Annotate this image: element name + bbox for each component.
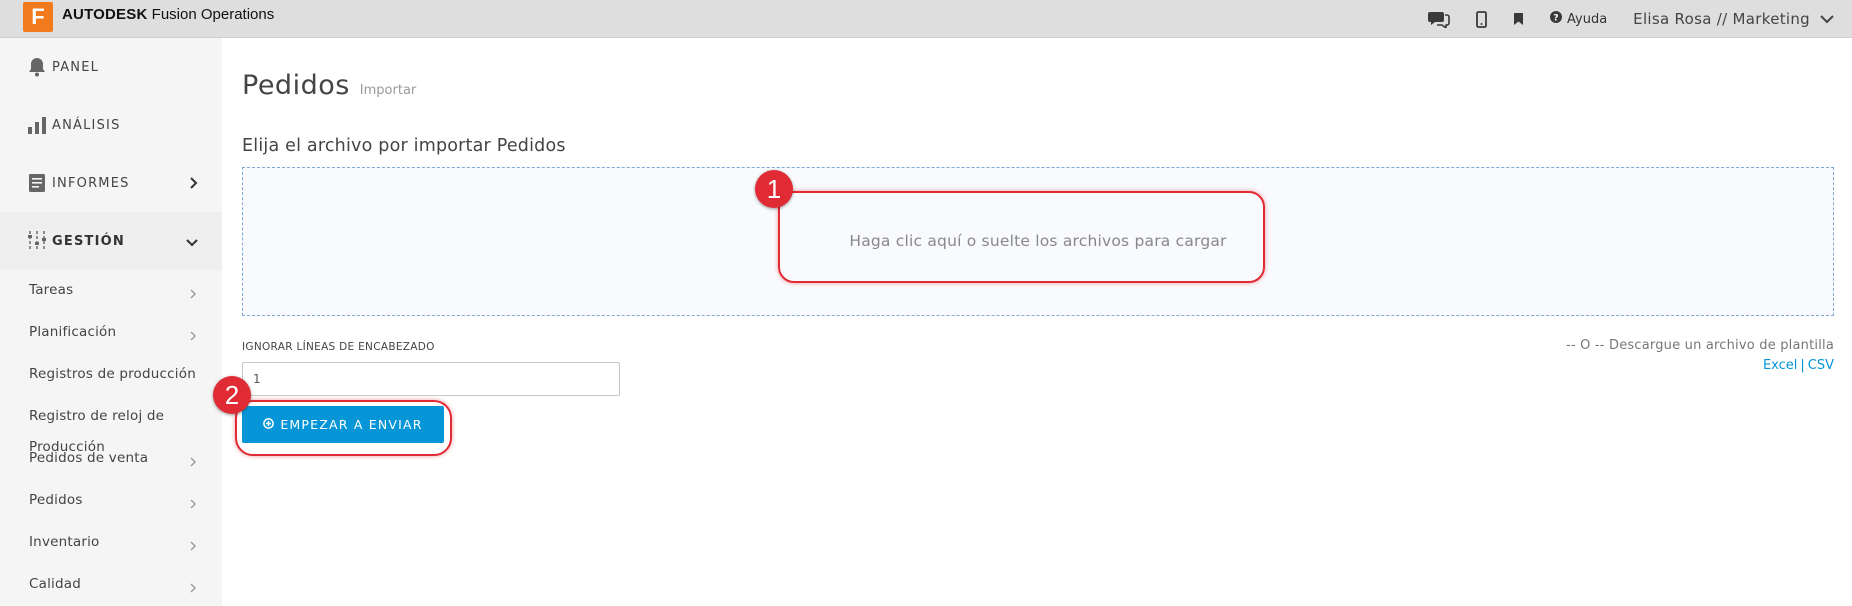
sidebar-subitem-tareas[interactable]: Tareas (0, 270, 222, 312)
sidebar-subitem-pedidos-venta[interactable]: Producción Pedidos de venta (0, 438, 222, 480)
sidebar-subitem-label: Calidad (29, 576, 82, 592)
svg-text:?: ? (1553, 14, 1558, 24)
sidebar-item-label: INFORMES (52, 175, 130, 191)
sidebar: PANEL ANÁLISIS INFORMES GESTIÓN Tareas P… (0, 38, 222, 606)
help-icon: ? (1550, 11, 1562, 27)
user-menu[interactable]: Elisa Rosa // Marketing (1633, 10, 1834, 28)
sidebar-item-panel[interactable]: PANEL (0, 38, 222, 96)
template-note: -- O -- Descargue un archivo de plantill… (1566, 338, 1834, 353)
chevron-right-icon (190, 326, 196, 345)
section-title: Elija el archivo por importar Pedidos (242, 136, 566, 156)
sidebar-subitem-registros-produccion[interactable]: Registros de producción (0, 354, 222, 396)
bar-chart-icon (26, 114, 48, 136)
chat-icon[interactable] (1428, 10, 1450, 28)
template-links: Excel | CSV (1763, 358, 1834, 373)
brand-bold: AUTODESK (62, 6, 148, 23)
user-label: Elisa Rosa // Marketing (1633, 10, 1810, 28)
sidebar-subitem-label: Inventario (29, 534, 100, 550)
brand-product: Fusion Operations (151, 6, 275, 23)
annotation-box-1 (778, 191, 1265, 283)
header-lines-input[interactable] (242, 362, 620, 396)
sidebar-subitem-planificacion[interactable]: Planificación (0, 312, 222, 354)
top-right-tools: ? Ayuda Elisa Rosa // Marketing (1428, 0, 1834, 38)
sidebar-subitem-label: Pedidos de venta (29, 450, 149, 466)
sidebar-subitem-inventario[interactable]: Inventario (0, 522, 222, 564)
sidebar-subitem-label: Registro de reloj de (29, 408, 165, 424)
sidebar-subitem-label: Registros de producción (29, 366, 196, 382)
template-csv-link[interactable]: CSV (1808, 358, 1834, 373)
chevron-right-icon (190, 578, 196, 597)
bell-icon (26, 56, 48, 78)
chevron-down-icon (1820, 10, 1834, 28)
chevron-right-icon (190, 494, 196, 513)
autodesk-logo[interactable]: F (23, 2, 56, 35)
top-bar: F AUTODESK Fusion Operations ? Ayuda Eli… (0, 0, 1852, 38)
page-header: Pedidos Importar (242, 70, 416, 101)
annotation-number-2: 2 (213, 376, 251, 414)
sidebar-item-gestion[interactable]: GESTIÓN (0, 212, 222, 270)
sidebar-subitem-label: Tareas (29, 282, 74, 298)
mobile-icon[interactable] (1476, 10, 1487, 28)
annotation-number-1: 1 (755, 170, 793, 208)
sidebar-subitem-calidad[interactable]: Calidad (0, 564, 222, 606)
sidebar-subitem-label: Pedidos (29, 492, 83, 508)
sidebar-item-label: ANÁLISIS (52, 117, 121, 133)
sidebar-item-label: PANEL (52, 59, 100, 75)
sidebar-subitem-pedidos[interactable]: Pedidos (0, 480, 222, 522)
help-label: Ayuda (1567, 11, 1608, 27)
page-subtitle: Importar (359, 83, 417, 98)
chevron-down-icon (186, 232, 198, 251)
sliders-icon (26, 230, 48, 252)
header-lines-label: IGNORAR LÍNEAS DE ENCABEZADO (242, 341, 435, 353)
help-link[interactable]: ? Ayuda (1550, 11, 1607, 27)
sidebar-item-informes[interactable]: INFORMES (0, 154, 222, 212)
chevron-right-icon (190, 174, 198, 193)
template-excel-link[interactable]: Excel (1763, 358, 1797, 373)
template-link-separator: | (1800, 358, 1805, 373)
sidebar-item-label: GESTIÓN (52, 233, 125, 249)
chevron-right-icon (190, 284, 196, 303)
app-brand: AUTODESK Fusion Operations (62, 6, 274, 23)
sidebar-subitem-registro-reloj[interactable]: Registro de reloj de (0, 396, 222, 438)
bookmark-icon[interactable] (1513, 12, 1524, 26)
document-icon (26, 172, 48, 194)
chevron-right-icon (190, 536, 196, 555)
page-title: Pedidos (242, 70, 350, 101)
chevron-right-icon (190, 452, 196, 471)
sidebar-subitem-label: Planificación (29, 324, 117, 340)
sidebar-item-analisis[interactable]: ANÁLISIS (0, 96, 222, 154)
annotation-box-2 (235, 400, 452, 456)
